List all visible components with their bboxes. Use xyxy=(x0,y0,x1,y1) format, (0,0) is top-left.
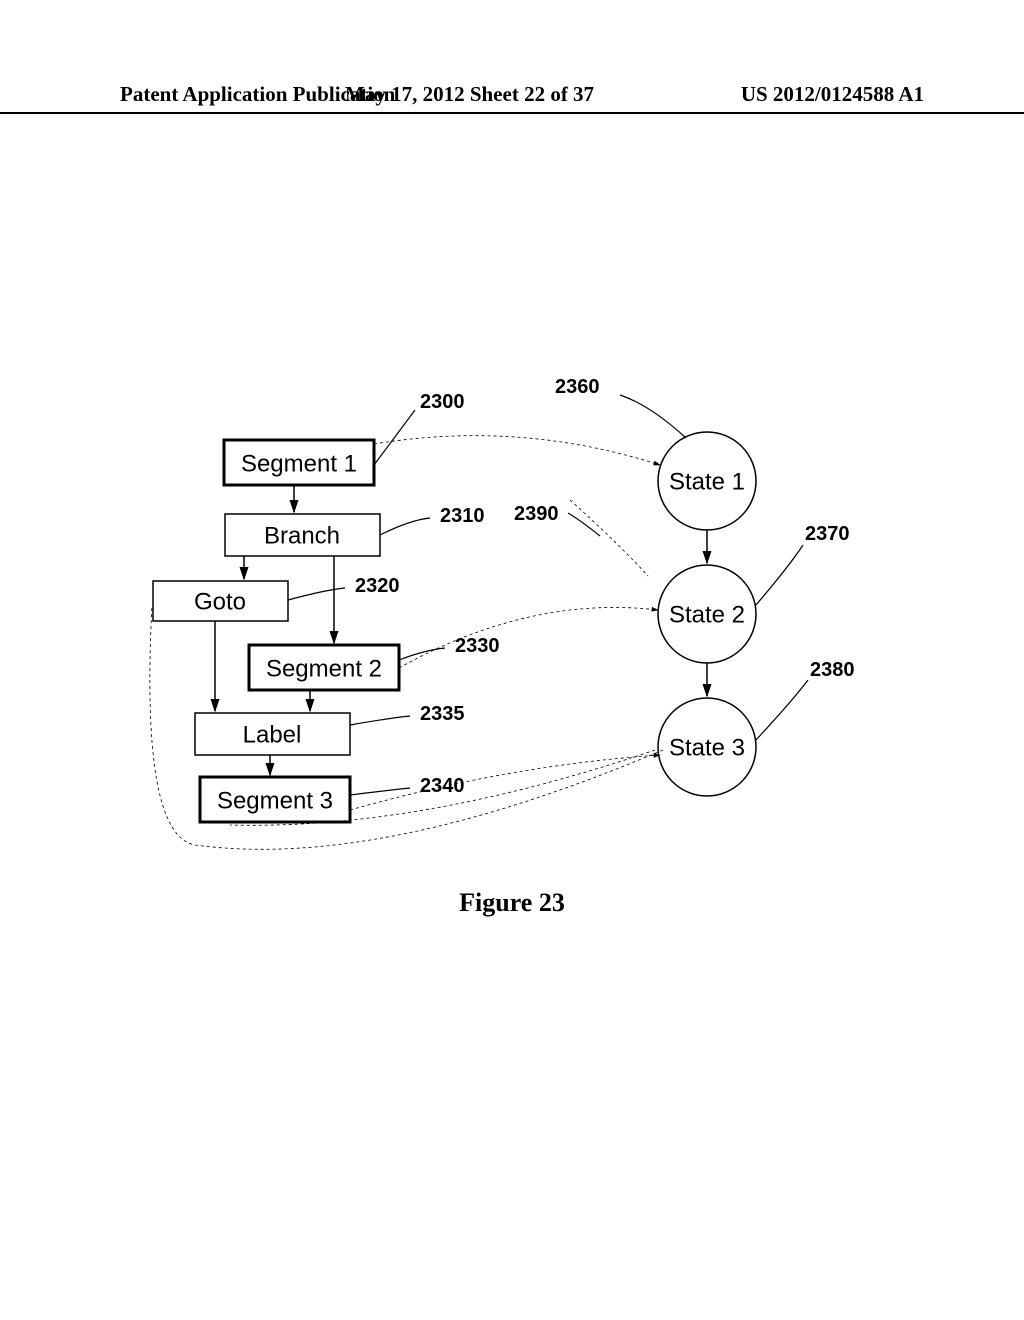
dashed-seg1-state1 xyxy=(374,436,660,465)
ref-2310: 2310 xyxy=(440,505,485,527)
lead-2360 xyxy=(620,395,686,438)
lead-2380 xyxy=(756,680,808,740)
state-2-label: State 2 xyxy=(669,601,745,628)
label-label: Label xyxy=(243,721,302,748)
state-3-label: State 3 xyxy=(669,734,745,761)
lead-2370 xyxy=(756,545,803,605)
figure-diagram: Segment 1 Branch Goto Segment 2 Label Se… xyxy=(0,0,1024,1320)
dashed-seg2-state2 xyxy=(399,607,658,668)
branch-label: Branch xyxy=(264,522,340,549)
ref-2320: 2320 xyxy=(355,575,400,597)
ref-2330: 2330 xyxy=(455,635,500,657)
segment-1-label: Segment 1 xyxy=(241,450,357,477)
lead-2390 xyxy=(568,513,600,536)
ref-2360: 2360 xyxy=(555,376,600,398)
lead-2335 xyxy=(350,716,410,725)
ref-2300: 2300 xyxy=(420,391,465,413)
lead-2310 xyxy=(380,518,430,535)
ref-2340: 2340 xyxy=(420,775,465,797)
state-1-label: State 1 xyxy=(669,468,745,495)
lead-2330 xyxy=(399,648,445,660)
segment-3-label: Segment 3 xyxy=(217,787,333,814)
ref-2370: 2370 xyxy=(805,523,850,545)
ref-2380: 2380 xyxy=(810,659,855,681)
ref-2335: 2335 xyxy=(420,703,465,725)
ref-2390: 2390 xyxy=(514,503,559,525)
segment-2-label: Segment 2 xyxy=(266,655,382,682)
dashed-2390-path xyxy=(570,500,648,576)
lead-2320 xyxy=(288,588,345,600)
figure-caption: Figure 23 xyxy=(0,888,1024,918)
lead-2340 xyxy=(350,788,410,795)
lead-2300 xyxy=(374,410,415,465)
goto-label: Goto xyxy=(194,588,246,615)
